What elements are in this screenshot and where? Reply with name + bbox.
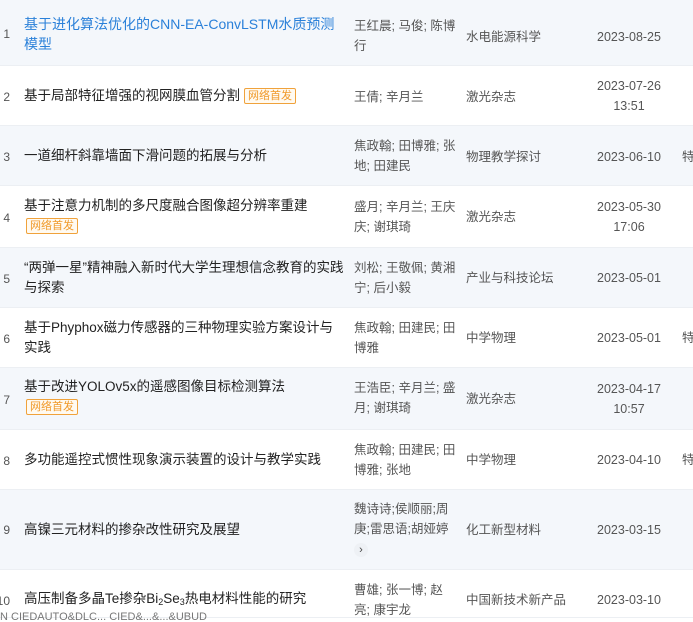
table-row: 9 高镍三元材料的掺杂改性研究及展望 魏诗诗;侯顺丽;周庚;雷思语;胡娅婷 › 化… bbox=[0, 490, 693, 570]
article-title-link[interactable]: “两弹一星”精神融入新时代大学生理想信念教育的实践与探索 bbox=[24, 258, 346, 298]
publish-date: 2023-07-26 13:51 bbox=[586, 76, 672, 116]
source-journal[interactable]: 激光杂志 bbox=[466, 87, 576, 107]
authors[interactable]: 焦政翰; 田建民; 田博雅; 张地 bbox=[354, 440, 458, 480]
row-number: 1 bbox=[3, 27, 10, 41]
authors-text[interactable]: 魏诗诗;侯顺丽;周庚;雷思语;胡娅婷 bbox=[354, 502, 448, 536]
row-number: 7 bbox=[3, 393, 10, 407]
authors[interactable]: 魏诗诗;侯顺丽;周庚;雷思语;胡娅婷 › bbox=[354, 499, 458, 559]
article-title-text[interactable]: 基于局部特征增强的视网膜血管分割 bbox=[24, 88, 240, 103]
publish-date: 2023-05-01 bbox=[597, 331, 661, 345]
article-title-text[interactable]: 基于改进YOLOv5x的遥感图像目标检测算法 bbox=[24, 379, 285, 394]
publish-date: 2023-03-15 bbox=[597, 523, 661, 537]
publish-date: 2023-05-30 17:06 bbox=[586, 197, 672, 237]
row-number: 3 bbox=[3, 150, 10, 164]
type-label: 特 bbox=[682, 331, 693, 345]
authors[interactable]: 王倩; 辛月兰 bbox=[354, 87, 458, 107]
online-first-badge: 网络首发 bbox=[26, 399, 78, 415]
source-journal[interactable]: 水电能源科学 bbox=[466, 27, 576, 47]
online-first-badge: 网络首发 bbox=[26, 218, 78, 234]
table-row: 1 基于进化算法优化的CNN-EA-ConvLSTM水质预测模型 王红晨; 马俊… bbox=[0, 0, 693, 66]
authors[interactable]: 焦政翰; 田博雅; 张地; 田建民 bbox=[354, 136, 458, 176]
source-journal[interactable]: 中学物理 bbox=[466, 328, 576, 348]
publish-date: 2023-03-10 bbox=[597, 593, 661, 607]
article-title-link[interactable]: 基于进化算法优化的CNN-EA-ConvLSTM水质预测模型 bbox=[24, 14, 346, 54]
table-row: 2 基于局部特征增强的视网膜血管分割 网络首发 王倩; 辛月兰 激光杂志 2023… bbox=[0, 66, 693, 126]
article-title-link[interactable]: 一道细杆斜靠墙面下滑问题的拓展与分析 bbox=[24, 146, 346, 166]
source-journal[interactable]: 化工新型材料 bbox=[466, 520, 576, 540]
date-text: 2023-05-30 bbox=[597, 200, 661, 214]
authors[interactable]: 焦政翰; 田建民; 田博雅 bbox=[354, 318, 458, 358]
source-journal[interactable]: 激光杂志 bbox=[466, 207, 576, 227]
source-journal[interactable]: 中学物理 bbox=[466, 450, 576, 470]
time-text: 17:06 bbox=[613, 220, 645, 234]
row-number: 4 bbox=[3, 211, 10, 225]
table-row: 5 “两弹一星”精神融入新时代大学生理想信念教育的实践与探索 刘松; 王敬佩; … bbox=[0, 248, 693, 308]
source-journal[interactable]: 物理教学探讨 bbox=[466, 147, 576, 167]
time-text: 13:51 bbox=[613, 99, 645, 113]
row-number: 5 bbox=[3, 272, 10, 286]
type-label: 特 bbox=[682, 453, 693, 467]
publish-date: 2023-06-10 bbox=[597, 150, 661, 164]
table-row: 3 一道细杆斜靠墙面下滑问题的拓展与分析 焦政翰; 田博雅; 张地; 田建民 物… bbox=[0, 126, 693, 186]
article-title-link[interactable]: 基于注意力机制的多尺度融合图像超分辨率重建 网络首发 bbox=[24, 196, 346, 236]
article-title-link[interactable]: 高压制备多晶Te掺杂Bi2Se3热电材料性能的研究 bbox=[24, 589, 346, 612]
chevron-right-icon[interactable]: › bbox=[354, 543, 368, 557]
row-number: 6 bbox=[3, 332, 10, 346]
article-title-link[interactable]: 基于局部特征增强的视网膜血管分割 网络首发 bbox=[24, 86, 346, 106]
title-part[interactable]: 热电材料性能的研究 bbox=[185, 591, 307, 606]
table-row: 7 基于改进YOLOv5x的遥感图像目标检测算法 网络首发 王浩臣; 辛月兰; 盛… bbox=[0, 368, 693, 430]
authors[interactable]: 盛月; 辛月兰; 王庆庆; 谢琪琦 bbox=[354, 197, 458, 237]
row-number: 9 bbox=[3, 523, 10, 537]
article-title-link[interactable]: 多功能遥控式惯性现象演示装置的设计与教学实践 bbox=[24, 450, 346, 470]
title-part[interactable]: Se bbox=[163, 591, 180, 606]
table-row: 6 基于Phyphox磁力传感器的三种物理实验方案设计与实践 焦政翰; 田建民;… bbox=[0, 308, 693, 368]
authors[interactable]: 刘松; 王敬佩; 黄湘宁; 后小毅 bbox=[354, 258, 458, 298]
cut-off-footer-text: N CIEDAUTO&DLC... CIED&...&...&UBUD bbox=[0, 612, 208, 622]
article-title-link[interactable]: 基于Phyphox磁力传感器的三种物理实验方案设计与实践 bbox=[24, 318, 346, 358]
row-number: 10 bbox=[0, 594, 10, 608]
row-number: 8 bbox=[3, 454, 10, 468]
online-first-badge: 网络首发 bbox=[244, 88, 296, 104]
publish-date: 2023-08-25 bbox=[597, 30, 661, 44]
time-text: 10:57 bbox=[613, 402, 645, 416]
authors[interactable]: 王红晨; 马俊; 陈博行 bbox=[354, 16, 458, 56]
row-number: 2 bbox=[3, 90, 10, 104]
article-title-link[interactable]: 基于改进YOLOv5x的遥感图像目标检测算法 网络首发 bbox=[24, 377, 346, 417]
source-journal[interactable]: 中国新技术新产品 bbox=[466, 590, 576, 610]
date-text: 2023-04-17 bbox=[597, 382, 661, 396]
authors[interactable]: 王浩臣; 辛月兰; 盛月; 谢琪琦 bbox=[354, 378, 458, 418]
title-part[interactable]: 高压制备多晶Te掺杂Bi bbox=[24, 591, 158, 606]
source-journal[interactable]: 产业与科技论坛 bbox=[466, 268, 576, 288]
type-label: 特 bbox=[682, 150, 693, 164]
article-title-text[interactable]: 基于注意力机制的多尺度融合图像超分辨率重建 bbox=[24, 198, 308, 213]
source-journal[interactable]: 激光杂志 bbox=[466, 389, 576, 409]
publish-date: 2023-04-10 bbox=[597, 453, 661, 467]
table-row: 10 高压制备多晶Te掺杂Bi2Se3热电材料性能的研究 曹雄; 张一博; 赵亮… bbox=[0, 570, 693, 618]
publish-date: 2023-04-17 10:57 bbox=[586, 379, 672, 419]
date-text: 2023-07-26 bbox=[597, 79, 661, 93]
table-row: 4 基于注意力机制的多尺度融合图像超分辨率重建 网络首发 盛月; 辛月兰; 王庆庆… bbox=[0, 186, 693, 248]
publish-date: 2023-05-01 bbox=[597, 271, 661, 285]
article-title-link[interactable]: 高镍三元材料的掺杂改性研究及展望 bbox=[24, 520, 346, 540]
table-row: 8 多功能遥控式惯性现象演示装置的设计与教学实践 焦政翰; 田建民; 田博雅; … bbox=[0, 430, 693, 490]
